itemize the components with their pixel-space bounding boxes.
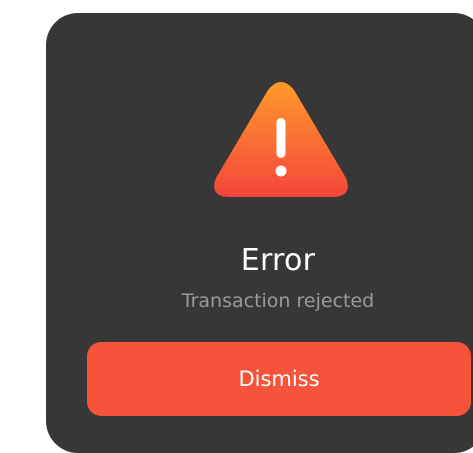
warning-icon — [214, 82, 348, 197]
dialog-title: Error — [240, 243, 316, 278]
dismiss-button[interactable]: Dismiss — [87, 342, 471, 416]
dialog-message: Transaction rejected — [181, 290, 375, 312]
